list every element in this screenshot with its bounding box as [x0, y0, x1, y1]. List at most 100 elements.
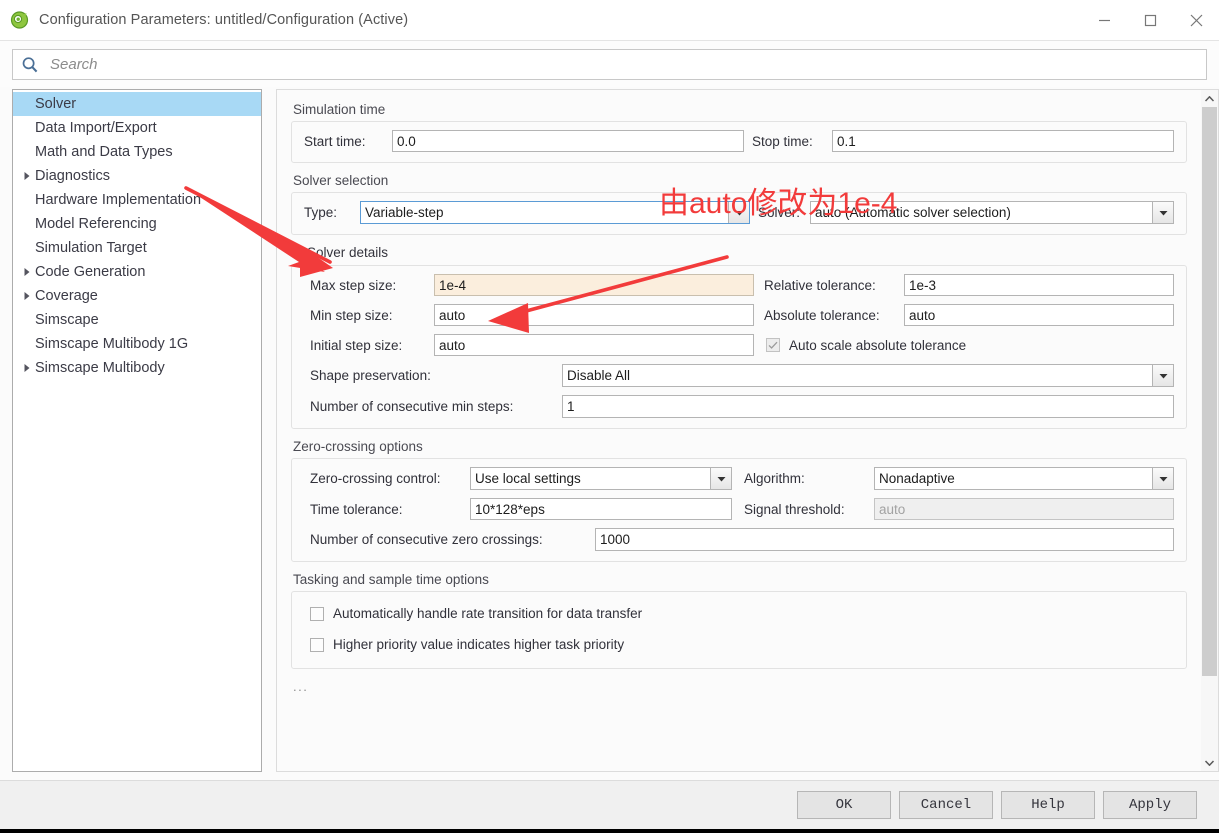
sidebar-item-hardware-implementation[interactable]: Hardware Implementation: [13, 188, 261, 212]
signal-threshold-label: Signal threshold:: [744, 501, 845, 517]
consecutive-zero-crossings-label: Number of consecutive zero crossings:: [310, 532, 543, 547]
sidebar-item-label: Coverage: [35, 288, 98, 304]
sidebar-item-model-referencing[interactable]: Model Referencing: [13, 212, 261, 236]
initial-step-size-row: Initial step size: auto Auto scale absol…: [310, 334, 1174, 356]
relative-tolerance-label: Relative tolerance:: [764, 277, 876, 293]
start-time-field[interactable]: 0.0: [392, 130, 744, 152]
initial-step-size-field[interactable]: auto: [434, 334, 754, 356]
sidebar-item-solver[interactable]: Solver: [13, 92, 261, 116]
chevron-right-icon[interactable]: [19, 363, 35, 373]
consecutive-min-steps-row: Number of consecutive min steps: 1: [310, 395, 1174, 418]
sidebar-item-label: Hardware Implementation: [35, 192, 202, 208]
higher-priority-label: Higher priority value indicates higher t…: [333, 637, 625, 652]
max-step-size-label: Max step size:: [310, 277, 397, 293]
apply-button[interactable]: Apply: [1103, 791, 1197, 819]
max-step-size-field[interactable]: 1e-4: [434, 274, 754, 296]
auto-scale-absolute-tolerance-label: Auto scale absolute tolerance: [789, 337, 967, 353]
chevron-down-icon[interactable]: [1152, 468, 1173, 489]
zero-crossing-control-row: Zero-crossing control: Use local setting…: [310, 467, 1174, 490]
min-step-size-label: Min step size:: [310, 307, 393, 323]
simulation-time-row: Start time: 0.0 Stop time: 0.1: [304, 130, 1174, 152]
algorithm-label: Algorithm:: [744, 471, 805, 486]
cancel-button[interactable]: Cancel: [899, 791, 993, 819]
help-button[interactable]: Help: [1001, 791, 1095, 819]
zero-crossing-control-label: Zero-crossing control:: [310, 471, 441, 486]
shape-preservation-row: Shape preservation: Disable All: [310, 364, 1174, 387]
solver-pane: Simulation time Start time: 0.0 Stop tim…: [276, 89, 1201, 772]
vertical-scrollbar[interactable]: [1201, 89, 1219, 772]
sidebar-item-label: Math and Data Types: [35, 144, 173, 160]
scroll-down-arrow-icon[interactable]: [1201, 754, 1218, 771]
chevron-right-icon[interactable]: [19, 267, 35, 277]
solver-label: Solver:: [758, 205, 801, 220]
auto-scale-absolute-tolerance-checkbox[interactable]: [766, 338, 780, 352]
dialog-button-bar: OK Cancel Help Apply: [0, 780, 1219, 829]
sidebar-item-data-import-export[interactable]: Data Import/Export: [13, 116, 261, 140]
consecutive-min-steps-field[interactable]: 1: [562, 395, 1174, 418]
time-tolerance-label: Time tolerance:: [310, 501, 403, 517]
scroll-up-arrow-icon[interactable]: [1201, 90, 1218, 107]
auto-rate-transition-checkbox[interactable]: [310, 606, 324, 621]
sidebar-item-coverage[interactable]: Coverage: [13, 284, 261, 308]
sidebar-item-label: Solver: [35, 96, 77, 112]
solver-combobox-value: auto (Automatic solver selection): [815, 205, 1011, 220]
type-combobox[interactable]: Variable-step: [360, 201, 750, 224]
chevron-down-icon[interactable]: [710, 468, 731, 489]
min-step-size-field[interactable]: auto: [434, 304, 754, 326]
shape-preservation-combobox[interactable]: Disable All: [562, 364, 1174, 387]
absolute-tolerance-field[interactable]: auto: [904, 304, 1174, 326]
sidebar-item-diagnostics[interactable]: Diagnostics: [13, 164, 261, 188]
chevron-down-icon[interactable]: [293, 249, 307, 256]
consecutive-min-steps-label: Number of consecutive min steps:: [310, 399, 514, 414]
signal-threshold-field: auto: [874, 498, 1174, 520]
sidebar-item-simscape[interactable]: Simscape: [13, 308, 261, 332]
solver-details-group: Max step size: 1e-4 Relative tolerance: …: [291, 265, 1187, 429]
chevron-down-icon[interactable]: [1152, 202, 1173, 223]
absolute-tolerance-label: Absolute tolerance:: [764, 307, 880, 323]
algorithm-value: Nonadaptive: [879, 471, 955, 486]
search-input[interactable]: [48, 55, 1206, 74]
solver-selection-group: Type: Variable-step Solver: auto (Automa…: [291, 192, 1187, 235]
sidebar-item-label: Data Import/Export: [35, 120, 157, 136]
sidebar-item-simscape-multibody-1g[interactable]: Simscape Multibody 1G: [13, 332, 261, 356]
minimize-button[interactable]: [1081, 0, 1127, 40]
zero-crossing-group-label: Zero-crossing options: [293, 439, 423, 454]
sidebar-item-simulation-target[interactable]: Simulation Target: [13, 236, 261, 260]
maximize-button[interactable]: [1127, 0, 1173, 40]
close-button[interactable]: [1173, 0, 1219, 40]
consecutive-zero-crossings-field[interactable]: 1000: [595, 528, 1174, 551]
higher-priority-checkbox[interactable]: [310, 637, 324, 652]
zero-crossing-control-combobox[interactable]: Use local settings: [470, 467, 732, 490]
sidebar-item-simscape-multibody[interactable]: Simscape Multibody: [13, 356, 261, 380]
chevron-right-icon[interactable]: [19, 171, 35, 181]
sidebar-item-label: Simscape Multibody 1G: [35, 336, 189, 352]
scrollbar-thumb[interactable]: [1202, 107, 1217, 677]
solver-combobox[interactable]: auto (Automatic solver selection): [810, 201, 1174, 224]
sidebar-item-math-and-data-types[interactable]: Math and Data Types: [13, 140, 261, 164]
configuration-parameters-window: Configuration Parameters: untitled/Confi…: [0, 0, 1219, 829]
chevron-down-icon[interactable]: [1152, 365, 1173, 386]
window-controls: [1081, 0, 1219, 40]
algorithm-combobox[interactable]: Nonadaptive: [874, 467, 1174, 490]
shape-preservation-value: Disable All: [567, 368, 631, 383]
tasking-group-label: Tasking and sample time options: [293, 572, 489, 587]
chevron-right-icon[interactable]: [19, 291, 35, 301]
ok-button[interactable]: OK: [797, 791, 891, 819]
settings-tree[interactable]: Solver Data Import/Export Math and Data …: [12, 89, 262, 772]
solver-details-disclosure[interactable]: Solver details: [293, 245, 1187, 260]
title-bar: Configuration Parameters: untitled/Confi…: [0, 0, 1219, 41]
sidebar-item-code-generation[interactable]: Code Generation: [13, 260, 261, 284]
min-step-size-row: Min step size: auto Absolute tolerance: …: [310, 304, 1174, 326]
stop-time-field[interactable]: 0.1: [832, 130, 1174, 152]
search-box[interactable]: [12, 49, 1207, 80]
type-label: Type:: [304, 205, 338, 220]
search-icon: [22, 56, 38, 72]
content-wrap: Simulation time Start time: 0.0 Stop tim…: [276, 87, 1219, 780]
scrollbar-track[interactable]: [1201, 107, 1218, 754]
zero-crossing-control-value: Use local settings: [475, 471, 581, 486]
time-tolerance-field[interactable]: 10*128*eps: [470, 498, 732, 520]
relative-tolerance-field[interactable]: 1e-3: [904, 274, 1174, 296]
chevron-down-icon[interactable]: [728, 202, 749, 223]
window-bottom-edge: [0, 829, 1219, 833]
initial-step-size-label: Initial step size:: [310, 337, 403, 353]
